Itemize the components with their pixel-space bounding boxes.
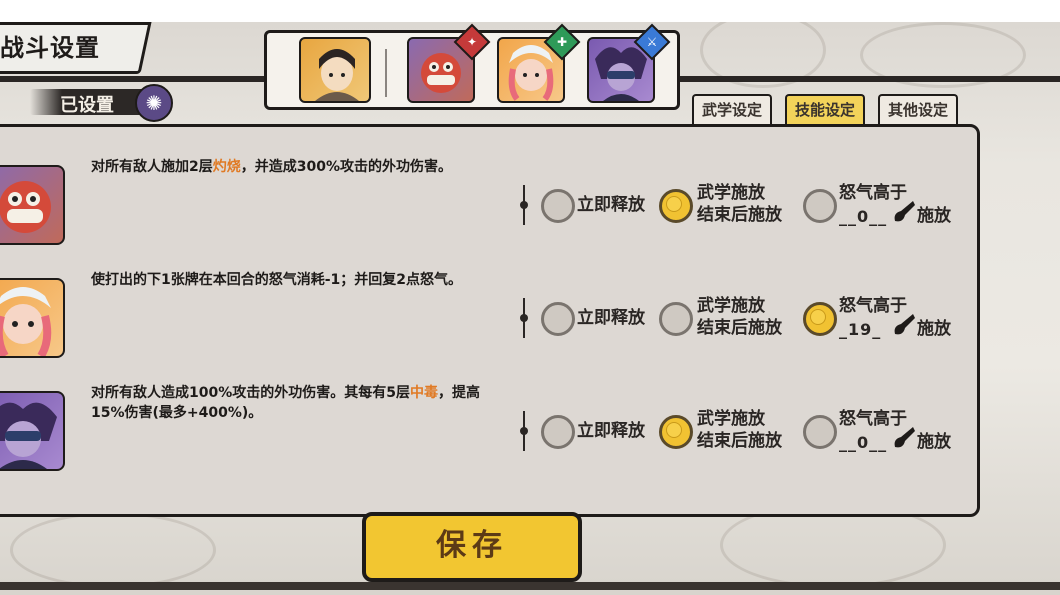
release-now-label: 立即释放: [577, 195, 645, 215]
battle-settings-screen: 战斗设置 已设置 ✺ ✦ ✚ ⚔ 武学设定 技能设定 其他设定 对所有敌人施加2…: [0, 22, 1060, 595]
status-label: 已设置: [60, 95, 114, 116]
after-martial-label-2: 结束后施放: [697, 318, 782, 338]
skill-icon-masked: [0, 391, 65, 471]
portrait-divider: [385, 49, 387, 97]
after-martial-radio[interactable]: [659, 189, 693, 223]
lion-face-icon: [0, 181, 51, 233]
release-now-radio[interactable]: [541, 189, 575, 223]
after-martial-label-2: 结束后施放: [697, 205, 782, 225]
skill-icon-lion: [0, 165, 65, 245]
after-martial-radio[interactable]: [659, 302, 693, 336]
option-divider: [520, 298, 528, 338]
rage-threshold-radio[interactable]: [803, 415, 837, 449]
character-portrait-bar: ✦ ✚ ⚔: [264, 23, 680, 110]
skill-row: 使打出的下1张牌在本回合的怒气消耗-1；并回复2点怒气。 立即释放 武学施放 结…: [0, 262, 971, 372]
skill-icon-girl: [0, 278, 65, 358]
option-divider: [520, 411, 528, 451]
release-now-radio[interactable]: [541, 415, 575, 449]
release-label: 施放: [917, 319, 951, 339]
masked-face-icon: [0, 402, 57, 469]
hero-face-icon: [315, 49, 359, 101]
footer-bar: [0, 582, 1060, 590]
tab-martial-settings[interactable]: 武学设定: [692, 94, 773, 124]
tab-other-settings[interactable]: 其他设定: [878, 94, 959, 124]
release-label: 施放: [917, 432, 951, 452]
skill-settings-panel: 对所有敌人施加2层灼烧，并造成300%攻击的外功伤害。 立即释放 武学施放 结束…: [0, 124, 980, 517]
rage-threshold-radio[interactable]: [803, 189, 837, 223]
hero-portrait[interactable]: [299, 37, 371, 103]
release-now-label: 立即释放: [577, 308, 645, 328]
skill-description: 对所有敌人施加2层灼烧，并造成300%攻击的外功伤害。: [91, 159, 453, 175]
rage-threshold-value[interactable]: __0__: [839, 207, 887, 226]
rage-threshold-value[interactable]: _19_: [839, 320, 881, 339]
after-martial-label-1: 武学施放: [697, 296, 765, 316]
skill-row: 对所有敌人施加2层灼烧，并造成300%攻击的外功伤害。 立即释放 武学施放 结束…: [0, 149, 971, 259]
swirl-icon[interactable]: ✺: [135, 84, 173, 122]
brush-edit-icon[interactable]: [891, 312, 917, 336]
rage-threshold-radio[interactable]: [803, 302, 837, 336]
release-label: 施放: [917, 206, 951, 226]
brush-edit-icon[interactable]: [891, 199, 917, 223]
skill-row: 对所有敌人造成100%攻击的外功伤害。其每有5层中毒，提高15%伤害(最多+40…: [0, 375, 971, 485]
after-martial-label-1: 武学施放: [697, 409, 765, 429]
after-martial-label-1: 武学施放: [697, 183, 765, 203]
save-button[interactable]: 保存: [362, 512, 582, 582]
girl-face-icon: [0, 287, 52, 356]
skill-description: 使打出的下1张牌在本回合的怒气消耗-1；并回复2点怒气。: [91, 272, 463, 288]
rage-threshold-value[interactable]: __0__: [839, 433, 887, 452]
option-divider: [520, 185, 528, 225]
release-now-radio[interactable]: [541, 302, 575, 336]
skill-description: 对所有敌人造成100%攻击的外功伤害。其每有5层中毒，提高15%伤害(最多+40…: [91, 385, 480, 421]
brush-edit-icon[interactable]: [891, 425, 917, 449]
cloud-decoration: [10, 512, 216, 588]
tab-skill-settings[interactable]: 技能设定: [785, 94, 866, 124]
page-title: 战斗设置: [0, 34, 100, 62]
release-now-label: 立即释放: [577, 421, 645, 441]
after-martial-label-2: 结束后施放: [697, 431, 782, 451]
after-martial-radio[interactable]: [659, 415, 693, 449]
